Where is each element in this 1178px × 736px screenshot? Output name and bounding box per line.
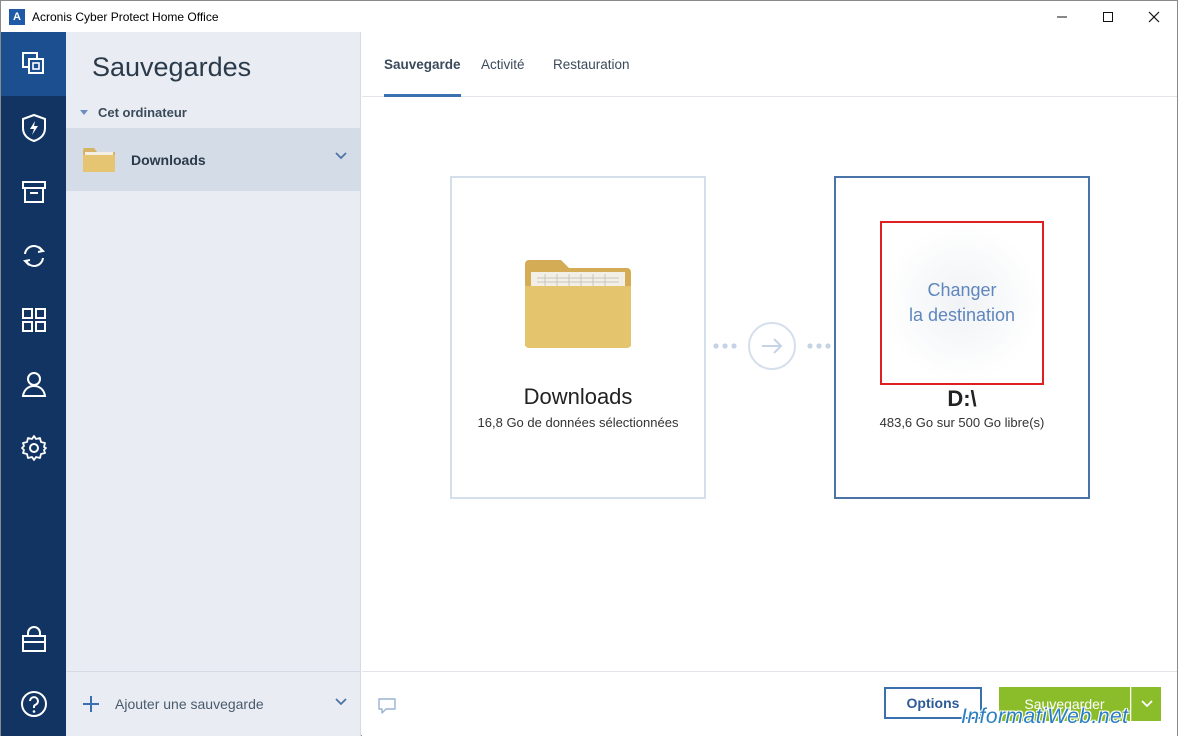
caret-down-icon bbox=[80, 110, 88, 115]
minimize-icon bbox=[1057, 16, 1067, 17]
sidebar-item-label: Downloads bbox=[131, 151, 206, 168]
group-label-text: Cet ordinateur bbox=[98, 105, 187, 120]
tab-bar: Sauvegarde Activité Restauration bbox=[362, 32, 1177, 97]
chevron-down-icon[interactable] bbox=[335, 698, 347, 706]
add-backup-label: Ajouter une sauvegarde bbox=[115, 696, 264, 712]
window-controls bbox=[1039, 1, 1177, 32]
backup-copies-icon bbox=[21, 52, 44, 74]
chevron-down-icon[interactable] bbox=[335, 152, 347, 160]
shopping-bag-icon bbox=[21, 626, 46, 652]
tab-sauvegarde[interactable]: Sauvegarde bbox=[384, 32, 461, 97]
title-bar: A Acronis Cyber Protect Home Office bbox=[1, 1, 1177, 32]
plus-icon bbox=[83, 696, 99, 712]
close-button[interactable] bbox=[1131, 1, 1177, 32]
change-destination-line2: la destination bbox=[908, 305, 1016, 325]
app-window: A Acronis Cyber Protect Home Office Sauv… bbox=[0, 0, 1178, 736]
nav-store[interactable] bbox=[1, 608, 66, 672]
app-logo-icon: A bbox=[9, 8, 25, 25]
change-destination-label: Changer la destination bbox=[909, 278, 1015, 328]
backups-sidebar: Sauvegardes Cet ordinateur Downloads Ajo… bbox=[66, 32, 361, 736]
nav-settings[interactable] bbox=[1, 416, 66, 480]
nav-help[interactable] bbox=[1, 672, 66, 736]
nav-rail bbox=[1, 32, 66, 736]
watermark-text: InformatiWeb.net bbox=[961, 705, 1129, 728]
source-name: Downloads bbox=[523, 384, 633, 409]
shield-icon bbox=[21, 113, 46, 143]
destination-details: 483,6 Go sur 500 Go libre(s) bbox=[879, 415, 1045, 430]
main-panel: Sauvegarde Activité Restauration Downloa… bbox=[362, 32, 1177, 736]
nav-protection[interactable] bbox=[1, 96, 66, 160]
folder-icon bbox=[83, 147, 115, 172]
chevron-down-icon bbox=[1140, 700, 1153, 708]
source-card[interactable]: Downloads 16,8 Go de données sélectionné… bbox=[450, 176, 706, 499]
add-backup-button[interactable]: Ajouter une sauvegarde bbox=[66, 671, 361, 736]
group-this-computer[interactable]: Cet ordinateur bbox=[80, 105, 187, 120]
change-destination-line1: Changer bbox=[927, 280, 997, 300]
sync-icon bbox=[22, 245, 45, 267]
save-dropdown-button[interactable] bbox=[1131, 687, 1161, 721]
help-icon bbox=[20, 691, 47, 717]
destination-card[interactable]: Changer la destination D:\ 483,6 Go sur … bbox=[834, 176, 1090, 499]
source-details: 16,8 Go de données sélectionnées bbox=[477, 415, 679, 430]
user-icon bbox=[21, 372, 46, 397]
tab-activite[interactable]: Activité bbox=[481, 32, 525, 97]
tab-restauration[interactable]: Restauration bbox=[553, 32, 630, 97]
grid-icon bbox=[21, 308, 46, 332]
backup-direction-connector bbox=[713, 322, 831, 370]
close-icon bbox=[1148, 11, 1160, 22]
minimize-button[interactable] bbox=[1039, 1, 1085, 32]
destination-name: D:\ bbox=[947, 386, 977, 411]
gear-icon bbox=[20, 435, 47, 461]
sidebar-title: Sauvegardes bbox=[92, 52, 252, 82]
sidebar-item-downloads[interactable]: Downloads bbox=[66, 128, 361, 191]
nav-account[interactable] bbox=[1, 352, 66, 416]
archive-icon bbox=[21, 181, 46, 203]
nav-archive[interactable] bbox=[1, 160, 66, 224]
window-title: Acronis Cyber Protect Home Office bbox=[32, 9, 219, 24]
nav-sync[interactable] bbox=[1, 224, 66, 288]
folder-icon bbox=[525, 260, 631, 348]
maximize-button[interactable] bbox=[1085, 1, 1131, 32]
maximize-icon bbox=[1103, 11, 1113, 22]
change-destination-button[interactable]: Changer la destination bbox=[880, 221, 1044, 385]
nav-backup[interactable] bbox=[1, 32, 66, 96]
chat-icon[interactable] bbox=[377, 697, 397, 715]
nav-tools[interactable] bbox=[1, 288, 66, 352]
